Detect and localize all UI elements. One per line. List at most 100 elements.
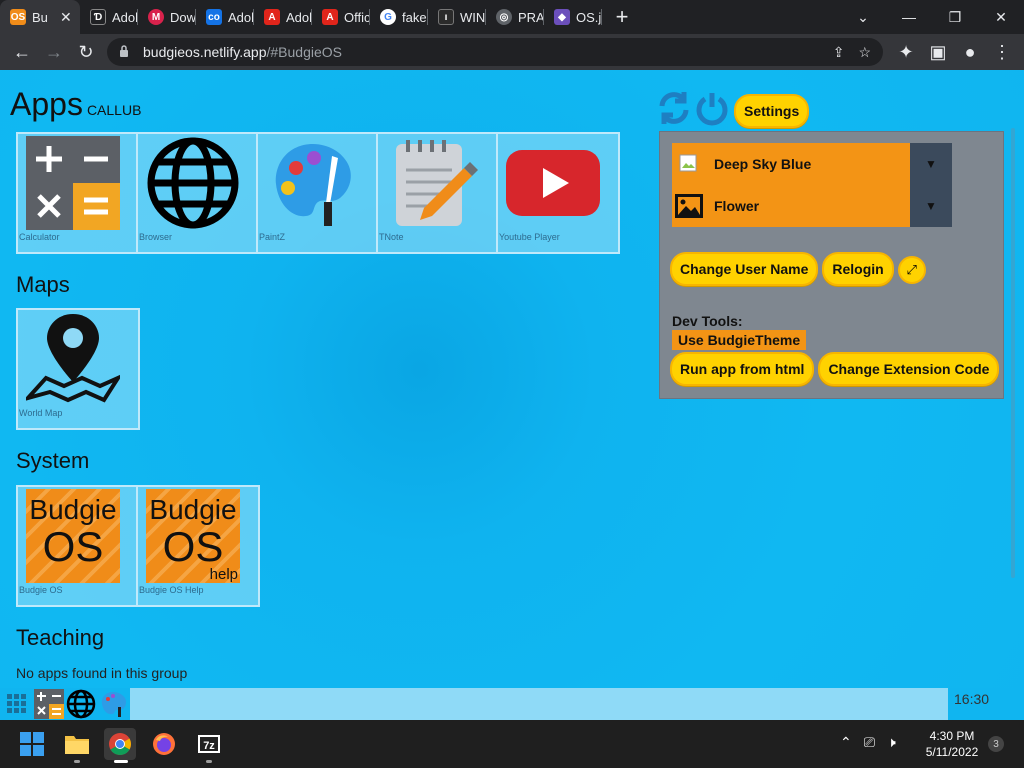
app-label: Calculator — [19, 232, 60, 242]
fullscreen-icon[interactable]: ⤢ — [897, 256, 926, 284]
close-window-icon[interactable]: ✕ — [978, 9, 1024, 26]
restore-icon[interactable]: ❐ — [932, 9, 978, 26]
dropdown-arrow-icon[interactable]: ▼ — [910, 143, 952, 185]
page-scrollbar[interactable] — [1011, 128, 1015, 578]
mega-favicon-icon: M — [148, 9, 164, 25]
minimize-icon[interactable]: — — [886, 9, 932, 25]
budgie-logo-line2: OS — [42, 523, 104, 570]
file-explorer-icon[interactable] — [61, 728, 93, 760]
app-grid-icon[interactable] — [2, 689, 32, 719]
app-label: Budgie OS — [19, 585, 63, 595]
settings-button[interactable]: Settings — [734, 93, 810, 128]
chevron-up-icon[interactable]: ⌃ — [840, 734, 852, 751]
app-label: Youtube Player — [499, 232, 560, 242]
firefox-icon[interactable] — [148, 728, 180, 760]
app-label: TNote — [379, 232, 404, 242]
app-calculator[interactable]: Calculator — [18, 134, 138, 252]
app-browser[interactable]: Browser — [138, 134, 258, 252]
taskbar-indicator-active — [114, 760, 128, 763]
app-world-map[interactable]: World Map — [18, 310, 138, 428]
extensions-icon[interactable]: ✦ — [890, 36, 922, 68]
notification-badge[interactable]: 3 — [988, 736, 1004, 752]
tab-prank[interactable]: ◎ PRAN — [486, 0, 544, 34]
side-panel-icon[interactable]: ▣ — [922, 36, 954, 68]
reload-icon[interactable]: ↻ — [70, 36, 102, 68]
tab-official[interactable]: A Officia — [312, 0, 370, 34]
taskbar-indicator — [206, 760, 212, 763]
new-tab-button[interactable]: + — [602, 0, 642, 34]
tab-budgieos[interactable]: OS Bu ✕ — [0, 0, 80, 34]
change-extension-code-button[interactable]: Change Extension Code — [818, 352, 1000, 386]
tab-download[interactable]: M Downl — [138, 0, 196, 34]
apps-title: Apps — [10, 86, 83, 122]
browser-toolbar: ← → ↻ budgieos.netlify.app/#BudgieOS ⇪ ☆… — [0, 34, 1024, 70]
tab-title: Officia — [344, 9, 370, 25]
tab-adobe-3[interactable]: A Adobe — [254, 0, 312, 34]
bookmark-star-icon[interactable]: ☆ — [858, 44, 871, 61]
volume-icon[interactable]: 🕨 — [887, 734, 896, 751]
menu-icon[interactable]: ⋮ — [986, 36, 1018, 68]
tab-search-icon[interactable]: ⌄ — [840, 9, 886, 26]
chrome-icon[interactable] — [104, 728, 136, 760]
app-paintz[interactable]: PaintZ — [258, 134, 378, 252]
app-label: Budgie OS Help — [139, 585, 204, 595]
run-app-from-html-button[interactable]: Run app from html — [670, 352, 815, 386]
budgieos-favicon-icon: OS — [10, 9, 26, 25]
tab-adobe-1[interactable]: Ɗ Adobe — [80, 0, 138, 34]
os-taskbar-window-area[interactable] — [130, 688, 948, 720]
empty-group-message: No apps found in this group — [16, 665, 188, 681]
budgie-logo-line3: help — [209, 566, 238, 583]
power-icon[interactable] — [694, 90, 730, 131]
apps-grid: Calculator Browser PaintZ TNote Youtube … — [16, 132, 620, 254]
dev-tools-label: Dev Tools: — [672, 313, 743, 329]
refresh-icon[interactable] — [656, 90, 692, 131]
address-bar[interactable]: budgieos.netlify.app/#BudgieOS ⇪ ☆ — [107, 38, 883, 66]
globe-icon[interactable] — [66, 689, 96, 719]
tiktok-favicon-icon: Ɗ — [90, 9, 106, 25]
relogin-button[interactable]: Relogin — [822, 252, 894, 286]
tab-fake[interactable]: G fake o — [370, 0, 428, 34]
tab-osjs[interactable]: ◆ OS.js ( — [544, 0, 602, 34]
tab-title: OS.js ( — [576, 9, 602, 25]
forward-icon[interactable]: → — [38, 36, 70, 68]
adobe-favicon-icon: A — [322, 9, 338, 25]
windows-start-icon[interactable] — [16, 728, 48, 760]
globe-icon — [146, 136, 240, 230]
budgie-help-icon: Budgie OS help — [146, 489, 240, 583]
wallpaper-select-value: Flower — [714, 198, 760, 214]
tab-windows[interactable]: ı WIND — [428, 0, 486, 34]
change-user-name-button[interactable]: Change User Name — [670, 252, 819, 286]
share-icon[interactable]: ⇪ — [833, 44, 845, 61]
browser-tab-strip: OS Bu ✕ Ɗ Adobe M Downl co Adobe A Adobe… — [0, 0, 1024, 34]
wallpaper-select[interactable]: Flower ▼ — [672, 185, 952, 227]
app-budgie-os-help[interactable]: Budgie OS help Budgie OS Help — [138, 487, 258, 605]
network-icon[interactable]: ⎚ — [864, 734, 875, 751]
back-icon[interactable]: ← — [6, 36, 38, 68]
maps-heading: Maps — [16, 272, 70, 297]
7zip-icon[interactable]: 7z — [193, 728, 225, 760]
calculator-icon[interactable] — [34, 689, 64, 719]
app-youtube[interactable]: Youtube Player — [498, 134, 618, 252]
app-tnote[interactable]: TNote — [378, 134, 498, 252]
budgie-logo-line2: OS — [162, 523, 224, 570]
dropdown-arrow-icon[interactable]: ▼ — [910, 185, 952, 227]
tab-title: Adobe — [228, 9, 254, 25]
tab-adobe-2[interactable]: co Adobe — [196, 0, 254, 34]
color-select-value: Deep Sky Blue — [714, 156, 812, 172]
lock-icon[interactable] — [119, 44, 133, 60]
system-controls: Settings — [656, 90, 810, 131]
color-select[interactable]: Deep Sky Blue ▼ — [672, 143, 952, 185]
app-budgie-os[interactable]: Budgie OS Budgie OS — [18, 487, 138, 605]
profile-icon[interactable]: ● — [954, 36, 986, 68]
broken-image-icon — [672, 147, 706, 181]
tab-title: Downl — [170, 9, 196, 25]
teaching-heading: Teaching — [16, 625, 105, 650]
palette-icon[interactable] — [98, 689, 128, 719]
use-budgie-theme-button[interactable]: Use BudgieTheme — [672, 330, 807, 350]
tab-title: PRAN — [518, 9, 544, 25]
windows-clock[interactable]: 4:30 PM 5/11/2022 — [918, 728, 986, 760]
image-icon — [672, 189, 706, 223]
close-tab-icon[interactable]: ✕ — [60, 9, 72, 26]
clock-date: 5/11/2022 — [925, 745, 979, 759]
url-host: budgieos.netlify.app — [143, 44, 267, 60]
